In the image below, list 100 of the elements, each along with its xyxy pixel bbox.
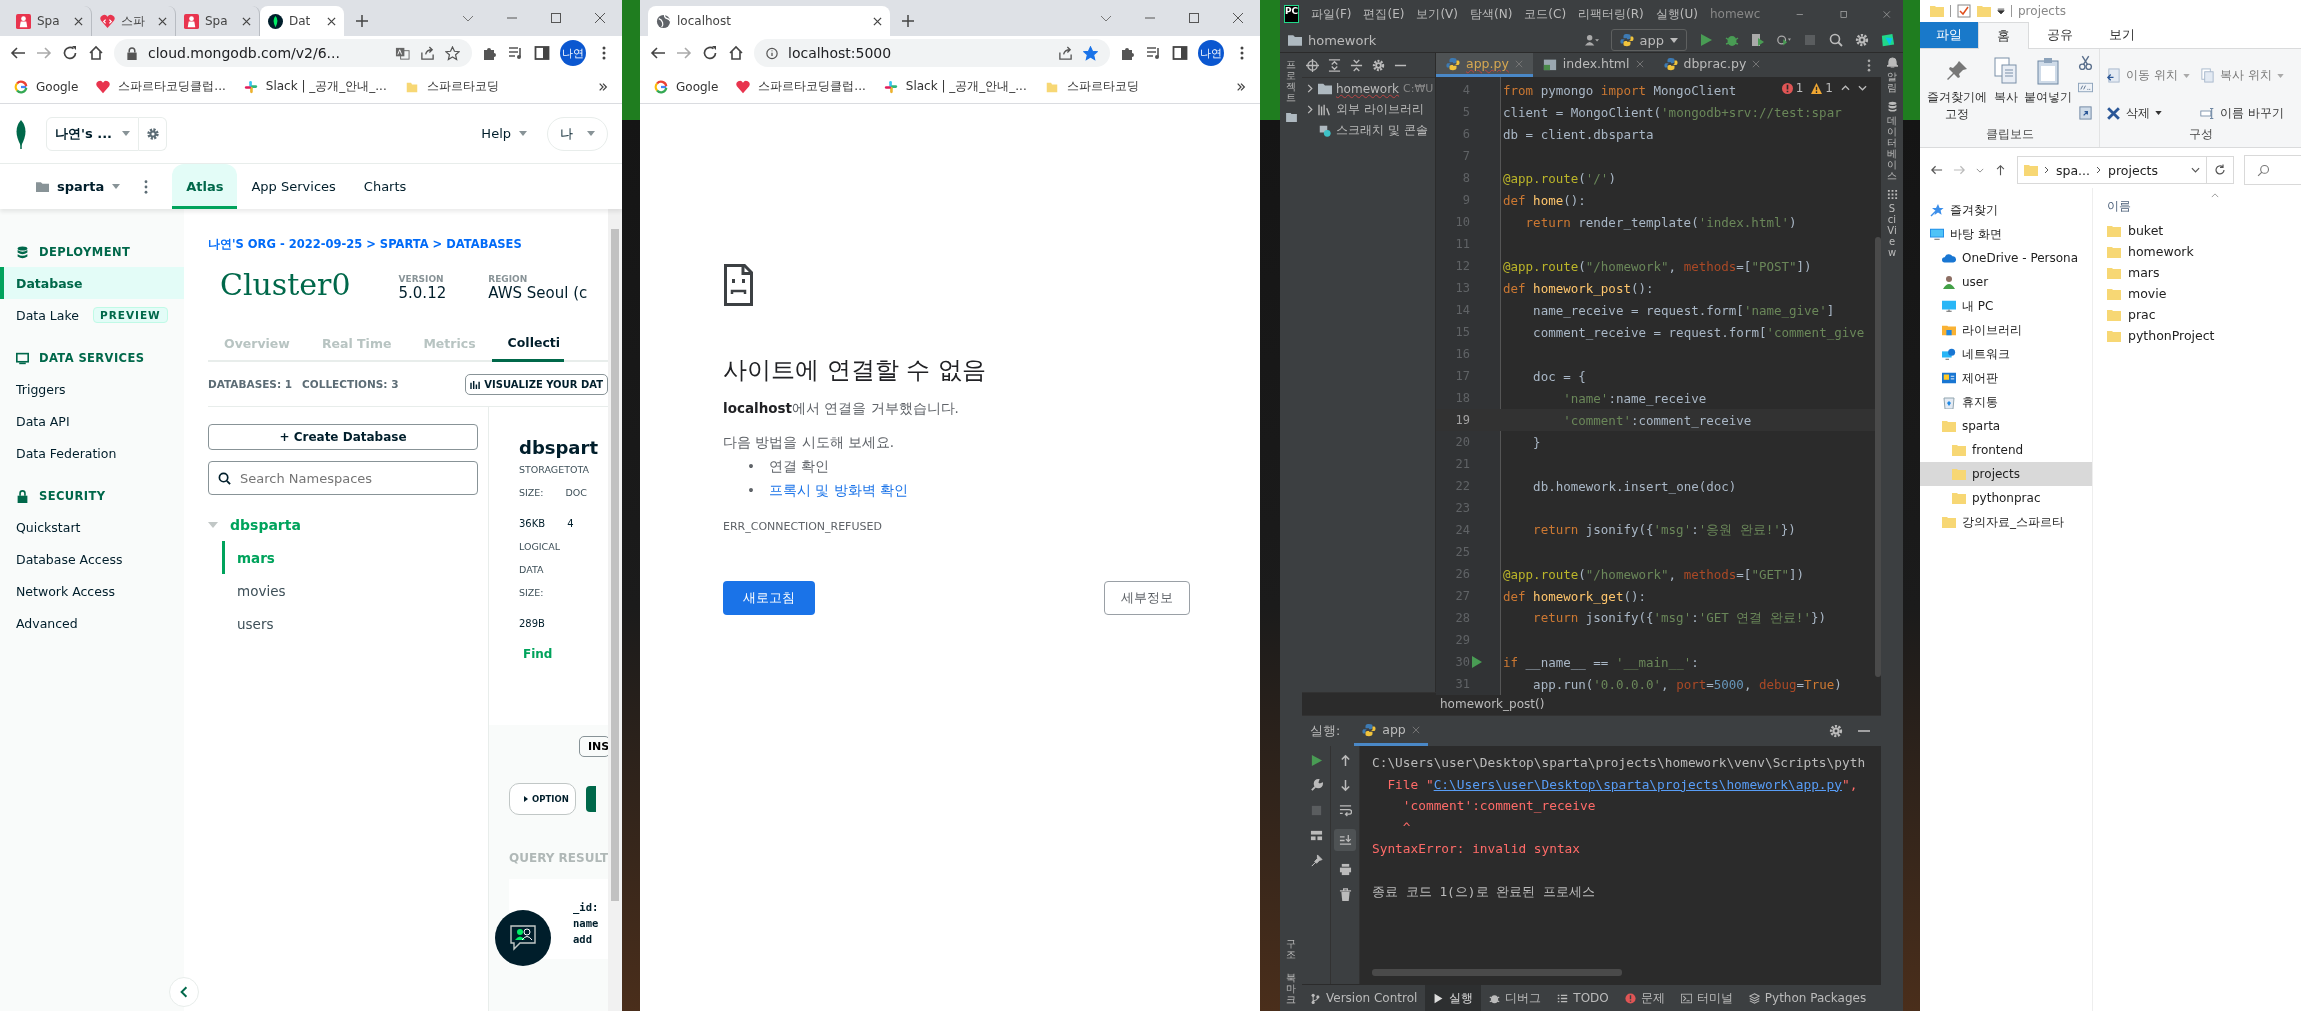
ribbon-button[interactable]: 삭제 (2106, 100, 2190, 126)
ribbon-tab[interactable]: 공유 (2029, 22, 2091, 48)
collapse-sidebar-button[interactable] (169, 977, 199, 1007)
navigation-item[interactable]: sparta (1920, 414, 2092, 438)
new-tab-icon[interactable] (902, 15, 914, 27)
puzzle-icon[interactable] (1120, 45, 1136, 61)
side-tab[interactable]: SciView (1887, 203, 1897, 258)
create-database-button[interactable]: + Create Database (208, 424, 478, 450)
sidebar-item[interactable]: Quickstart (0, 511, 184, 543)
settings-icon[interactable] (1829, 724, 1843, 738)
bookmark[interactable]: 스파르타코딩 (404, 78, 499, 95)
ribbon-button[interactable]: 복사 위치 (2199, 63, 2284, 89)
side-tab[interactable]: 데이터베이스 (1887, 115, 1897, 181)
close-icon[interactable] (158, 16, 167, 26)
visualize-button[interactable]: VISUALIZE YOUR DAT (465, 373, 608, 395)
coverage-icon[interactable] (1751, 33, 1765, 47)
ribbon-button[interactable]: 복사 (1994, 53, 2018, 106)
settings-button[interactable] (139, 116, 168, 151)
editor-tab[interactable]: index.html (1532, 53, 1654, 77)
close-icon[interactable] (327, 16, 336, 26)
profile-run-icon[interactable] (1777, 33, 1791, 47)
nav-tab[interactable]: Charts (349, 164, 421, 209)
ribbon-tab[interactable]: 홈 (1978, 22, 2029, 49)
tool-window-tab[interactable]: TODO (1549, 985, 1617, 1011)
file-item[interactable]: prac (2107, 304, 2301, 325)
back-icon[interactable] (10, 45, 26, 61)
tool-window-tab[interactable]: Version Control (1302, 985, 1426, 1011)
help-menu[interactable]: Help (481, 126, 527, 141)
navigation-item[interactable]: 라이브러리 (1920, 318, 2092, 342)
bookmark[interactable]: 스파르타코딩클럽... (736, 78, 866, 95)
file-item[interactable]: homework (2107, 241, 2301, 262)
search-icon[interactable] (1829, 33, 1843, 47)
options-button[interactable]: OPTION (509, 783, 576, 815)
suggestion-link[interactable]: 프록시 및 방화벽 확인 (768, 478, 908, 502)
maximize-icon[interactable] (1839, 8, 1848, 20)
profile-avatar[interactable]: 나연 (1198, 40, 1224, 66)
cluster-tab[interactable]: Collecti (491, 326, 565, 362)
collapse-all-icon[interactable] (1350, 58, 1363, 72)
navigation-item[interactable]: 내 PC (1920, 294, 2092, 318)
reload-icon[interactable] (702, 45, 718, 61)
run-configuration-select[interactable]: app (1610, 29, 1687, 51)
apply-button[interactable] (585, 786, 596, 812)
refresh-button[interactable] (2206, 156, 2234, 184)
ribbon-button[interactable]: 이름 바꾸기 (2199, 100, 2284, 126)
star-icon[interactable] (445, 45, 460, 61)
sidebar-item[interactable]: Network Access (0, 575, 184, 607)
editor-tab[interactable]: dbprac.py (1653, 53, 1771, 77)
bookmark[interactable]: 스파르타코딩 (1044, 78, 1139, 95)
editor-tab[interactable]: app.py (1436, 53, 1533, 77)
home-icon[interactable] (88, 45, 104, 61)
file-item[interactable]: pythonProject (2107, 325, 2301, 346)
side-tab[interactable]: 구조 (1286, 936, 1296, 962)
tool-window-tab[interactable]: 실행 (1425, 985, 1482, 1011)
sidebar-item[interactable]: Advanced (0, 607, 184, 639)
user-icon[interactable] (1584, 33, 1599, 47)
more-bookmarks-icon[interactable] (1236, 81, 1246, 92)
project-select[interactable]: sparta (36, 179, 121, 194)
ribbon-tab[interactable]: 파일 (1920, 22, 1978, 48)
shortcut-icon[interactable] (2078, 105, 2093, 120)
navigation-item[interactable]: 강의자료_스파르타 (1920, 510, 2092, 534)
reload-button[interactable]: 새로고침 (723, 581, 815, 615)
print-icon[interactable] (1338, 863, 1352, 876)
tree-item[interactable]: 스크래치 및 콘솔 (1302, 120, 1435, 141)
file-item[interactable]: buket (2107, 220, 2301, 241)
home-icon[interactable] (728, 45, 744, 61)
navigation-item[interactable]: OneDrive - Persona (1920, 246, 2092, 270)
address-bar[interactable]: cloud.mongodb.com/v2/6... (114, 39, 472, 67)
ribbon-button[interactable]: 붙여넣기 (2024, 53, 2072, 106)
side-tab[interactable]: 프로젝트 (1286, 57, 1296, 105)
menu-item[interactable]: 실행(U) (1655, 5, 1698, 23)
scrollbar[interactable] (1372, 969, 1622, 976)
bookmark[interactable]: Google (654, 79, 719, 94)
layout-icon[interactable] (1309, 829, 1323, 842)
column-header[interactable]: 이름 (2107, 197, 2131, 215)
trash-icon[interactable] (1338, 888, 1352, 901)
address-bar[interactable]: localhost:5000 (754, 39, 1110, 67)
navigation-item[interactable]: projects (1920, 462, 2092, 486)
scroll-to-end-button[interactable] (1334, 829, 1356, 851)
tree-item[interactable]: 외부 라이브러리 (1302, 99, 1435, 120)
navigation-item[interactable]: 휴지통 (1920, 390, 2092, 414)
back-icon[interactable] (1930, 164, 1943, 176)
close-icon[interactable] (242, 16, 251, 26)
navigation-item[interactable]: user (1920, 270, 2092, 294)
media-icon[interactable] (1146, 45, 1162, 61)
checklist-icon[interactable] (1957, 4, 1971, 18)
navigation-item[interactable]: 즐겨찾기 (1920, 198, 2092, 222)
ribbon-button[interactable]: 이동 위치 (2106, 63, 2190, 89)
soft-wrap-icon[interactable] (1338, 804, 1352, 817)
run-icon[interactable] (1472, 656, 1482, 668)
bookmark[interactable]: Slack | _공개_안내_... (243, 78, 387, 95)
run-icon[interactable] (1699, 33, 1713, 47)
tool-window-tab[interactable]: Python Packages (1740, 985, 1875, 1011)
navigation-item[interactable]: 제어판 (1920, 366, 2092, 390)
menu-item[interactable]: 리팩터링(R) (1578, 5, 1644, 23)
close-icon[interactable] (74, 16, 83, 26)
details-button[interactable]: 세부정보 (1104, 581, 1190, 615)
tool-window-tab[interactable]: 디버그 (1481, 985, 1550, 1011)
navigation-item[interactable]: 바탕 화면 (1920, 222, 2092, 246)
file-item[interactable]: movie (2107, 283, 2301, 304)
crosshair-icon[interactable] (1306, 58, 1319, 72)
